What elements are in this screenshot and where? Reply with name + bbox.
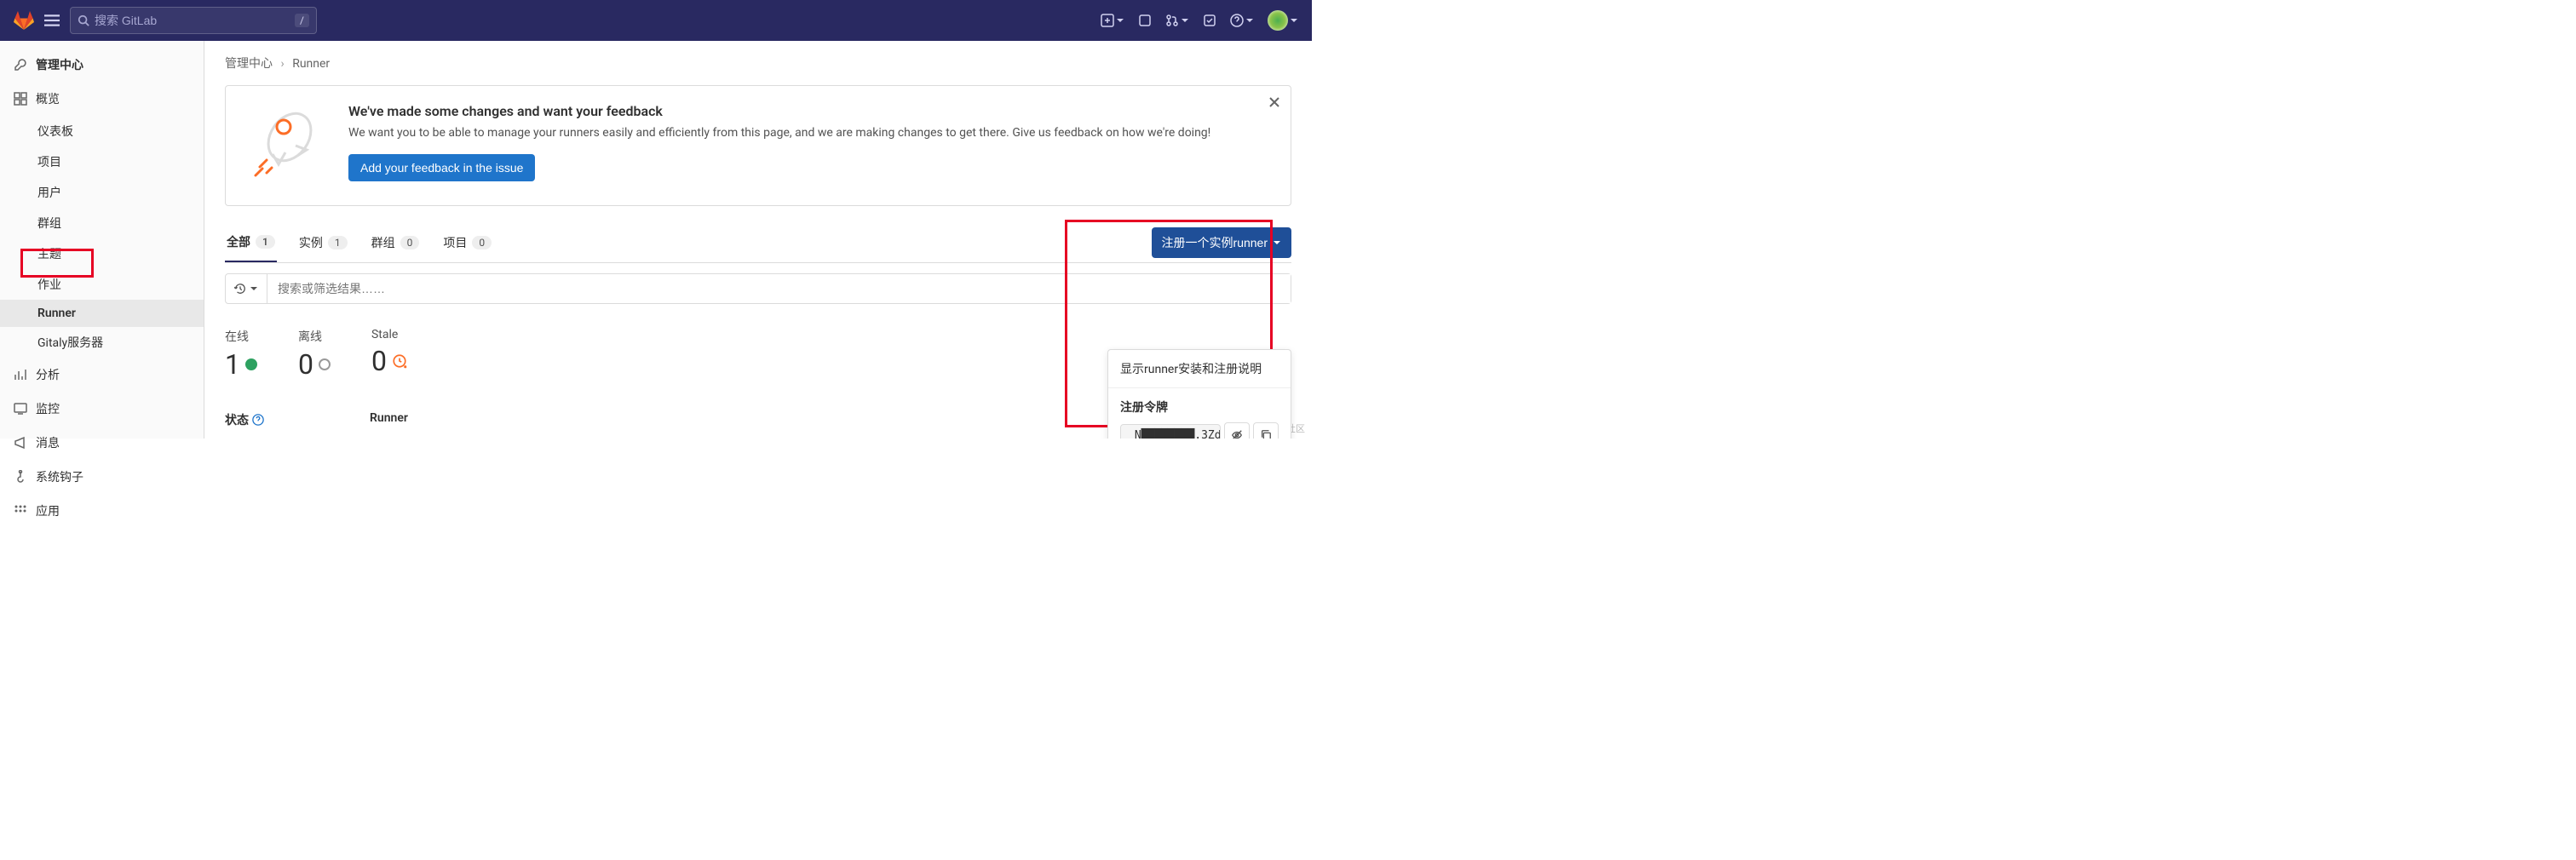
- topbar: /: [0, 0, 1312, 41]
- tab-group[interactable]: 群组 0: [370, 223, 422, 262]
- copy-icon: [1260, 429, 1272, 439]
- filter-bar: [225, 273, 1291, 304]
- stat-stale: Stale 0: [371, 328, 407, 381]
- sidebar-messages[interactable]: 消息: [0, 426, 204, 460]
- content: 管理中心 › Runner We've made some changes an…: [204, 41, 1312, 439]
- stat-offline: 离线 0: [298, 328, 331, 381]
- plus-icon[interactable]: [1101, 14, 1124, 27]
- sidebar: 管理中心 概览 仪表板 项目 用户 群组 主题 作业 Runner Gitaly…: [0, 41, 204, 439]
- sidebar-item-jobs[interactable]: 作业: [0, 269, 204, 300]
- sidebar-item-groups[interactable]: 群组: [0, 208, 204, 238]
- tab-instance[interactable]: 实例 1: [297, 223, 349, 262]
- search-input[interactable]: [95, 14, 295, 27]
- hamburger-icon[interactable]: [44, 13, 60, 28]
- wrench-icon: [14, 58, 27, 72]
- breadcrumb-root[interactable]: 管理中心: [225, 57, 273, 71]
- tab-all[interactable]: 全部 1: [225, 223, 277, 262]
- monitor-icon: [14, 402, 27, 416]
- copy-token-button[interactable]: [1253, 422, 1279, 439]
- dropdown-show-install[interactable]: 显示runner安装和注册说明: [1108, 350, 1291, 388]
- toggle-visibility-button[interactable]: [1224, 422, 1250, 439]
- banner-text: We want you to be able to manage your ru…: [348, 124, 1274, 142]
- close-icon[interactable]: [1268, 96, 1280, 112]
- overview-icon: [14, 92, 27, 106]
- dropdown-token-label: 注册令牌: [1120, 398, 1279, 416]
- sidebar-item-runner[interactable]: Runner: [0, 300, 204, 327]
- offline-ring-icon: [319, 358, 331, 370]
- token-value: _N████████.3Zd: [1120, 424, 1221, 439]
- merge-requests-icon[interactable]: [1165, 14, 1189, 27]
- todos-icon[interactable]: [1203, 14, 1216, 27]
- breadcrumb-current: Runner: [292, 57, 330, 71]
- register-dropdown: 显示runner安装和注册说明 注册令牌 _N████████.3Zd 重置注册…: [1107, 349, 1291, 439]
- online-dot-icon: [245, 358, 257, 370]
- sidebar-monitor[interactable]: 监控: [0, 392, 204, 426]
- chevron-down-icon: [1273, 238, 1281, 247]
- sidebar-item-projects[interactable]: 项目: [0, 146, 204, 177]
- apps-icon: [14, 504, 27, 518]
- sidebar-item-dashboard[interactable]: 仪表板: [0, 116, 204, 146]
- sidebar-overview[interactable]: 概览: [0, 82, 204, 116]
- sidebar-apps[interactable]: 应用: [0, 494, 204, 528]
- banner-title: We've made some changes and want your fe…: [348, 103, 1274, 119]
- chevron-down-icon: [250, 284, 258, 293]
- gitlab-logo-icon[interactable]: [14, 10, 34, 31]
- breadcrumb: 管理中心 › Runner: [225, 54, 1291, 72]
- issues-icon[interactable]: [1138, 14, 1152, 27]
- eye-off-icon: [1231, 429, 1243, 439]
- help-circle-icon[interactable]: [252, 414, 264, 426]
- feedback-banner: We've made some changes and want your fe…: [225, 85, 1291, 206]
- feedback-button[interactable]: Add your feedback in the issue: [348, 154, 535, 181]
- rocket-icon: [243, 103, 328, 188]
- chevron-right-icon: ›: [280, 57, 284, 71]
- th-status: 状态: [225, 411, 249, 428]
- sidebar-item-themes[interactable]: 主题: [0, 238, 204, 269]
- search-kbd-hint: /: [295, 14, 309, 27]
- user-avatar[interactable]: [1268, 10, 1298, 31]
- tabs: 全部 1 实例 1 群组 0 项目 0: [225, 223, 493, 262]
- stat-online: 在线 1: [225, 328, 257, 381]
- sidebar-hooks[interactable]: 系统钩子: [0, 460, 204, 494]
- global-search[interactable]: /: [70, 7, 317, 34]
- analytics-icon: [14, 368, 27, 381]
- sidebar-header[interactable]: 管理中心: [0, 48, 204, 82]
- filter-input[interactable]: [267, 274, 1291, 303]
- megaphone-icon: [14, 436, 27, 450]
- history-button[interactable]: [226, 274, 267, 303]
- sidebar-overview-label: 概览: [36, 90, 60, 107]
- sidebar-header-label: 管理中心: [36, 56, 83, 73]
- sidebar-item-gitaly[interactable]: Gitaly服务器: [0, 327, 204, 358]
- th-runner: Runner: [370, 411, 408, 428]
- help-icon[interactable]: [1230, 14, 1254, 27]
- stale-clock-icon: [392, 353, 407, 369]
- tab-project[interactable]: 项目 0: [441, 223, 493, 262]
- hook-icon: [14, 470, 27, 484]
- sidebar-item-users[interactable]: 用户: [0, 177, 204, 208]
- sidebar-analytics[interactable]: 分析: [0, 358, 204, 392]
- history-icon: [234, 283, 246, 295]
- register-runner-button[interactable]: 注册一个实例runner: [1152, 227, 1291, 258]
